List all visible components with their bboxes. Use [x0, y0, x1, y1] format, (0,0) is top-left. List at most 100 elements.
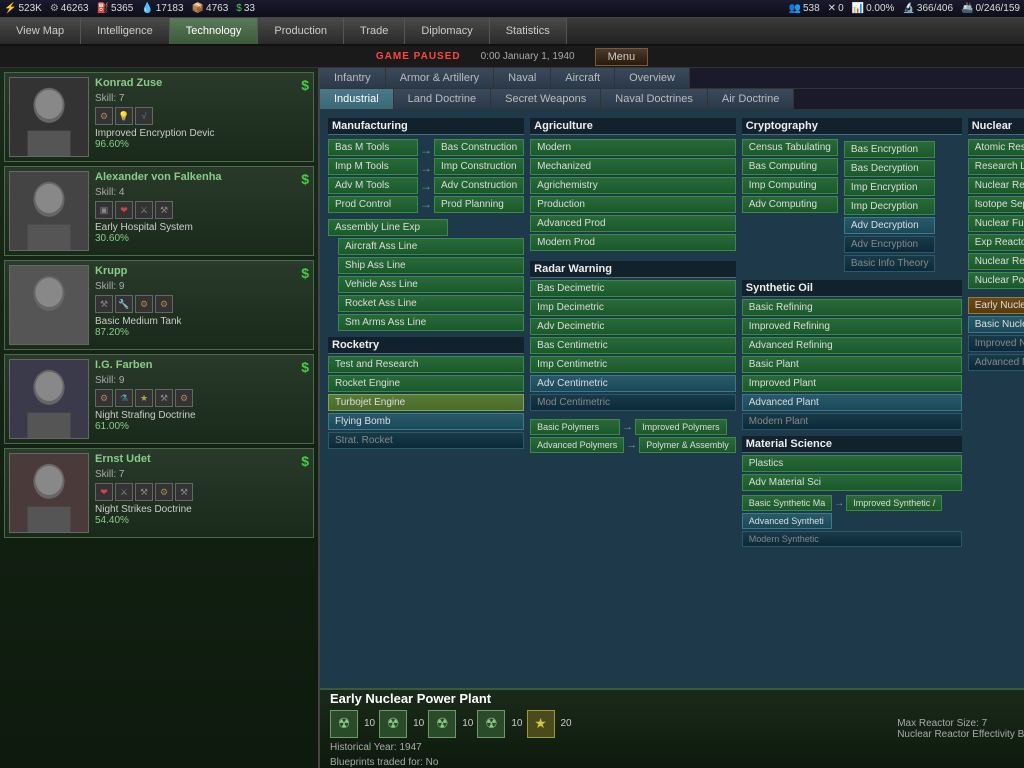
tech-sm-arms-ass-line[interactable]: Sm Arms Ass Line [338, 314, 524, 331]
tech-assembly-line-exp[interactable]: Assembly Line Exp [328, 219, 448, 236]
tech-vehicle-ass-line[interactable]: Vehicle Ass Line [338, 276, 524, 293]
tech-advanced-nuclear-p[interactable]: Advanced Nuclear P [968, 354, 1024, 371]
tech-production[interactable]: Production [530, 196, 736, 213]
minister-info: Konrad Zuse$Skill: 7⚙💡√Improved Encrypti… [95, 77, 309, 157]
skill-icon: 🔧 [115, 295, 133, 313]
tech-research-labs[interactable]: Research Labs [968, 158, 1024, 175]
ministers-panel: Konrad Zuse$Skill: 7⚙💡√Improved Encrypti… [0, 68, 320, 768]
tab-secret-weapons[interactable]: Secret Weapons [491, 89, 601, 109]
intelligence-button[interactable]: Intelligence [81, 18, 170, 44]
tech-adv-construction[interactable]: Adv Construction [434, 177, 524, 194]
skill-icon: ⚗ [115, 389, 133, 407]
tech-bas-decryption[interactable]: Bas Decryption [844, 160, 936, 177]
tech-nuclear-fuel[interactable]: Nuclear Fuel [968, 215, 1024, 232]
tech-advanced-prod[interactable]: Advanced Prod [530, 215, 736, 232]
tech-improved-polymers[interactable]: Improved Polymers [635, 419, 727, 435]
tech-adv-encryption[interactable]: Adv Encryption [844, 236, 936, 253]
tech-modern-synthetic[interactable]: Modern Synthetic [742, 531, 962, 547]
tech-atomic-research[interactable]: Atomic Research [968, 139, 1024, 156]
tech-imp-computing[interactable]: Imp Computing [742, 177, 838, 194]
tech-adv-m-tools[interactable]: Adv M Tools [328, 177, 418, 194]
tech-basic-synthetic-ma[interactable]: Basic Synthetic Ma [742, 495, 833, 511]
tech-advanced-refining[interactable]: Advanced Refining [742, 337, 962, 354]
tech-advanced-synthetic[interactable]: Advanced Syntheti [742, 513, 832, 529]
tech-advanced-plant[interactable]: Advanced Plant [742, 394, 962, 411]
tech-imp-construction[interactable]: Imp Construction [434, 158, 524, 175]
tech-turbojet-engine[interactable]: Turbojet Engine [328, 394, 524, 411]
tab-armor[interactable]: Armor & Artillery [386, 68, 494, 88]
tech-basic-refining[interactable]: Basic Refining [742, 299, 962, 316]
tech-flying-bomb[interactable]: Flying Bomb [328, 413, 524, 430]
tech-modern[interactable]: Modern [530, 139, 736, 156]
tech-aircraft-ass-line[interactable]: Aircraft Ass Line [338, 238, 524, 255]
tab-overview[interactable]: Overview [615, 68, 690, 88]
tech-prod-control[interactable]: Prod Control [328, 196, 418, 213]
tab-aircraft[interactable]: Aircraft [551, 68, 615, 88]
fuel-display: ⛽ 5365 [97, 3, 134, 14]
tab-naval[interactable]: Naval [494, 68, 551, 88]
diplomacy-button[interactable]: Diplomacy [405, 18, 489, 44]
tech-bas-centimetric[interactable]: Bas Centimetric [530, 337, 736, 354]
tech-nuclear-research[interactable]: Nuclear Research [968, 177, 1024, 194]
statistics-button[interactable]: Statistics [490, 18, 567, 44]
tech-isotope-separation[interactable]: Isotope Separation [968, 196, 1024, 213]
tech-imp-m-tools[interactable]: Imp M Tools [328, 158, 418, 175]
tech-nuclear-power[interactable]: Nuclear Power [968, 272, 1024, 289]
tech-mod-centimetric[interactable]: Mod Centimetric [530, 394, 736, 411]
view-map-button[interactable]: View Map [0, 18, 81, 44]
tech-rocket-ass-line[interactable]: Rocket Ass Line [338, 295, 524, 312]
minister-task: Night Strafing Doctrine [95, 410, 309, 421]
tech-adv-material-sci[interactable]: Adv Material Sci [742, 474, 962, 491]
technology-button[interactable]: Technology [170, 18, 259, 44]
tech-improved-nuclear-p[interactable]: Improved Nuclear P [968, 335, 1024, 352]
tech-bas-construction[interactable]: Bas Construction [434, 139, 524, 156]
tech-modern-plant[interactable]: Modern Plant [742, 413, 962, 430]
tech-improved-refining[interactable]: Improved Refining [742, 318, 962, 335]
tab-land-doctrine[interactable]: Land Doctrine [394, 89, 492, 109]
menu-button[interactable]: Menu [595, 48, 649, 66]
tab-naval-doctrines[interactable]: Naval Doctrines [601, 89, 708, 109]
tech-imp-centimetric[interactable]: Imp Centimetric [530, 356, 736, 373]
tech-bas-decimetric[interactable]: Bas Decimetric [530, 280, 736, 297]
tech-test-research[interactable]: Test and Research [328, 356, 524, 373]
minister-card-4: Ernst Udet$Skill: 7❤⚔⚒⚙⚒Night Strikes Do… [4, 448, 314, 538]
tech-early-nuclear-power[interactable]: Early Nuclear Power [968, 297, 1024, 314]
skill-icon: √ [135, 107, 153, 125]
tech-plastics[interactable]: Plastics [742, 455, 962, 472]
tech-advanced-polymers[interactable]: Advanced Polymers [530, 437, 624, 453]
tab-air-doctrine[interactable]: Air Doctrine [708, 89, 794, 109]
tech-bas-encryption[interactable]: Bas Encryption [844, 141, 936, 158]
tech-ship-ass-line[interactable]: Ship Ass Line [338, 257, 524, 274]
tech-adv-decryption[interactable]: Adv Decryption [844, 217, 936, 234]
tech-improved-synthetic[interactable]: Improved Synthetic / [846, 495, 942, 511]
tech-census-tabulating[interactable]: Census Tabulating [742, 139, 838, 156]
tech-imp-encryption[interactable]: Imp Encryption [844, 179, 936, 196]
tech-strat-rocket[interactable]: Strat. Rocket [328, 432, 524, 449]
info-right-details: Max Reactor Size: 7 Nuclear Reactor Effe… [897, 718, 1024, 740]
tech-modern-prod[interactable]: Modern Prod [530, 234, 736, 251]
tech-mechanized[interactable]: Mechanized [530, 158, 736, 175]
tech-adv-computing[interactable]: Adv Computing [742, 196, 838, 213]
tech-bas-m-tools[interactable]: Bas M Tools [328, 139, 418, 156]
tech-exp-reactor[interactable]: Exp Reactor [968, 234, 1024, 251]
tech-rocket-engine[interactable]: Rocket Engine [328, 375, 524, 392]
tech-basic-nuclear-power[interactable]: Basic Nuclear Powe [968, 316, 1024, 333]
tech-polymer-assembly[interactable]: Polymer & Assembly [639, 437, 736, 453]
tech-bas-computing[interactable]: Bas Computing [742, 158, 838, 175]
production-button[interactable]: Production [258, 18, 344, 44]
tech-nuclear-reactor[interactable]: Nuclear Reactor [968, 253, 1024, 270]
minister-dollar-icon: $ [301, 77, 309, 93]
tech-improved-plant[interactable]: Improved Plant [742, 375, 962, 392]
tech-agrichemistry[interactable]: Agrichemistry [530, 177, 736, 194]
tab-infantry[interactable]: Infantry [320, 68, 386, 88]
tech-basic-plant[interactable]: Basic Plant [742, 356, 962, 373]
tech-imp-decryption[interactable]: Imp Decryption [844, 198, 936, 215]
tech-prod-planning[interactable]: Prod Planning [434, 196, 524, 213]
tech-basic-polymers[interactable]: Basic Polymers [530, 419, 620, 435]
trade-button[interactable]: Trade [344, 18, 405, 44]
tab-industrial[interactable]: Industrial [320, 89, 394, 109]
tech-adv-centimetric[interactable]: Adv Centimetric [530, 375, 736, 392]
tech-basic-info-theory[interactable]: Basic Info Theory [844, 255, 936, 272]
tech-adv-decimetric[interactable]: Adv Decimetric [530, 318, 736, 335]
tech-imp-decimetric[interactable]: Imp Decimetric [530, 299, 736, 316]
